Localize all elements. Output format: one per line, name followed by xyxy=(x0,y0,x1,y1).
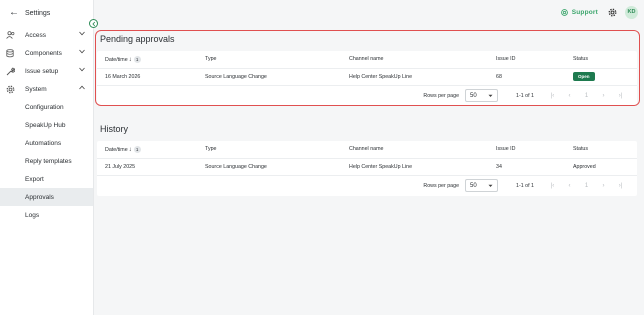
table-row[interactable]: 21 July 2025 Source Language Change Help… xyxy=(97,158,637,176)
prev-page-icon[interactable]: ‹ xyxy=(561,183,578,189)
column-header-channel[interactable]: Channel name xyxy=(341,141,488,159)
first-page-icon[interactable]: |‹ xyxy=(544,93,561,99)
support-button[interactable]: Support xyxy=(560,8,598,16)
cell-date: 16 March 2026 xyxy=(97,68,197,86)
sidebar-item-issue-setup[interactable]: Issue setup xyxy=(0,62,93,80)
avatar[interactable]: KD xyxy=(625,5,638,19)
caret-down-icon xyxy=(488,184,493,187)
chevron-down-icon xyxy=(79,67,85,74)
cell-channel: Help Center SpeakUp Line xyxy=(341,68,488,86)
page-range: 1-1 of 1 xyxy=(516,92,534,99)
cell-status: Approved xyxy=(565,158,637,176)
sidebar-item-system[interactable]: System xyxy=(0,80,93,98)
back-to-settings[interactable]: ← Settings xyxy=(0,0,93,26)
sidebar-item-access[interactable]: Access xyxy=(0,26,93,44)
pagination: Rows per page 50 1-1 of 1 |‹ ‹ 1 › ›| xyxy=(97,86,637,106)
support-label: Support xyxy=(571,8,598,16)
column-header-issue-id[interactable]: Issue ID xyxy=(488,51,565,69)
table-header-row: Date/time↓ 1 Type Channel name Issue ID S… xyxy=(97,141,637,159)
settings-label: Settings xyxy=(25,9,51,17)
prev-page-icon[interactable]: ‹ xyxy=(561,93,578,99)
settings-gear-button[interactable] xyxy=(608,8,617,17)
sidebar-subitem-reply-templates[interactable]: Reply templates xyxy=(0,152,93,170)
sidebar-subitem-automations[interactable]: Automations xyxy=(0,134,93,152)
last-page-icon[interactable]: ›| xyxy=(612,183,629,189)
history-title: History xyxy=(100,124,129,134)
sidebar-item-label: Access xyxy=(25,31,46,39)
column-header-type[interactable]: Type xyxy=(197,141,341,159)
first-page-icon[interactable]: |‹ xyxy=(544,183,561,189)
column-header-status[interactable]: Status xyxy=(565,141,637,159)
chevron-left-icon xyxy=(91,21,95,26)
pagination: Rows per page 50 1-1 of 1 |‹ ‹ 1 › ›| xyxy=(97,176,637,196)
column-header-date[interactable]: Date/time↓ 1 xyxy=(97,51,197,69)
top-bar: Support KD xyxy=(94,0,644,24)
page-number[interactable]: 1 xyxy=(578,183,595,189)
sidebar-subitem-configuration[interactable]: Configuration xyxy=(0,98,93,116)
history-table: Date/time↓ 1 Type Channel name Issue ID S… xyxy=(97,141,637,196)
table-row[interactable]: 16 March 2026 Source Language Change Hel… xyxy=(97,68,637,86)
arrow-down-icon: ↓ xyxy=(128,146,132,153)
gear-icon xyxy=(608,8,617,16)
sidebar-item-label: Issue setup xyxy=(25,67,59,75)
chevron-down-icon xyxy=(79,31,85,38)
pending-approvals-title: Pending approvals xyxy=(100,34,175,44)
rows-per-page-select[interactable]: 50 xyxy=(465,179,499,192)
sidebar-item-components[interactable]: Components xyxy=(0,44,93,62)
rows-per-page-label: Rows per page xyxy=(423,92,460,99)
sidebar: ← Settings Access Components Issue setup xyxy=(0,0,94,315)
sort-order-badge: 1 xyxy=(133,55,141,63)
sidebar-subitem-logs[interactable]: Logs xyxy=(0,206,93,224)
gear-icon xyxy=(5,84,15,94)
cell-channel: Help Center SpeakUp Line xyxy=(341,158,488,176)
next-page-icon[interactable]: › xyxy=(595,93,612,99)
database-icon xyxy=(5,48,15,58)
rows-per-page-label: Rows per page xyxy=(423,182,460,189)
cell-date: 21 July 2025 xyxy=(97,158,197,176)
sidebar-subitem-export[interactable]: Export xyxy=(0,170,93,188)
users-icon xyxy=(5,30,15,40)
sort-order-badge: 1 xyxy=(133,145,141,153)
sidebar-subitem-speakup-hub[interactable]: SpeakUp Hub xyxy=(0,116,93,134)
lifebuoy-icon xyxy=(560,8,568,16)
sidebar-subitem-approvals[interactable]: Approvals xyxy=(0,188,93,206)
column-header-status[interactable]: Status xyxy=(565,51,637,69)
pending-approvals-table: Date/time↓ 1 Type Channel name Issue ID S… xyxy=(97,51,637,106)
page-range: 1-1 of 1 xyxy=(516,182,534,189)
status-badge[interactable]: Open xyxy=(573,72,595,81)
collapse-sidebar-button[interactable] xyxy=(89,19,98,28)
rows-per-page-select[interactable]: 50 xyxy=(465,89,499,102)
arrow-left-icon[interactable]: ← xyxy=(9,8,19,18)
chevron-down-icon xyxy=(79,49,85,56)
column-header-issue-id[interactable]: Issue ID xyxy=(488,141,565,159)
cell-issue-id: 34 xyxy=(488,158,565,176)
wrench-icon xyxy=(5,66,15,76)
column-header-channel[interactable]: Channel name xyxy=(341,51,488,69)
sidebar-item-label: Components xyxy=(25,49,62,57)
column-header-date[interactable]: Date/time↓ 1 xyxy=(97,141,197,159)
caret-down-icon xyxy=(488,94,493,97)
cell-type: Source Language Change xyxy=(197,158,341,176)
last-page-icon[interactable]: ›| xyxy=(612,93,629,99)
next-page-icon[interactable]: › xyxy=(595,183,612,189)
chevron-up-icon xyxy=(79,85,85,92)
sidebar-item-label: System xyxy=(25,85,47,93)
arrow-down-icon: ↓ xyxy=(128,56,132,63)
column-header-type[interactable]: Type xyxy=(197,51,341,69)
page-number[interactable]: 1 xyxy=(578,93,595,99)
cell-issue-id: 68 xyxy=(488,68,565,86)
cell-type: Source Language Change xyxy=(197,68,341,86)
cell-status: Open xyxy=(565,68,637,86)
table-header-row: Date/time↓ 1 Type Channel name Issue ID S… xyxy=(97,51,637,69)
